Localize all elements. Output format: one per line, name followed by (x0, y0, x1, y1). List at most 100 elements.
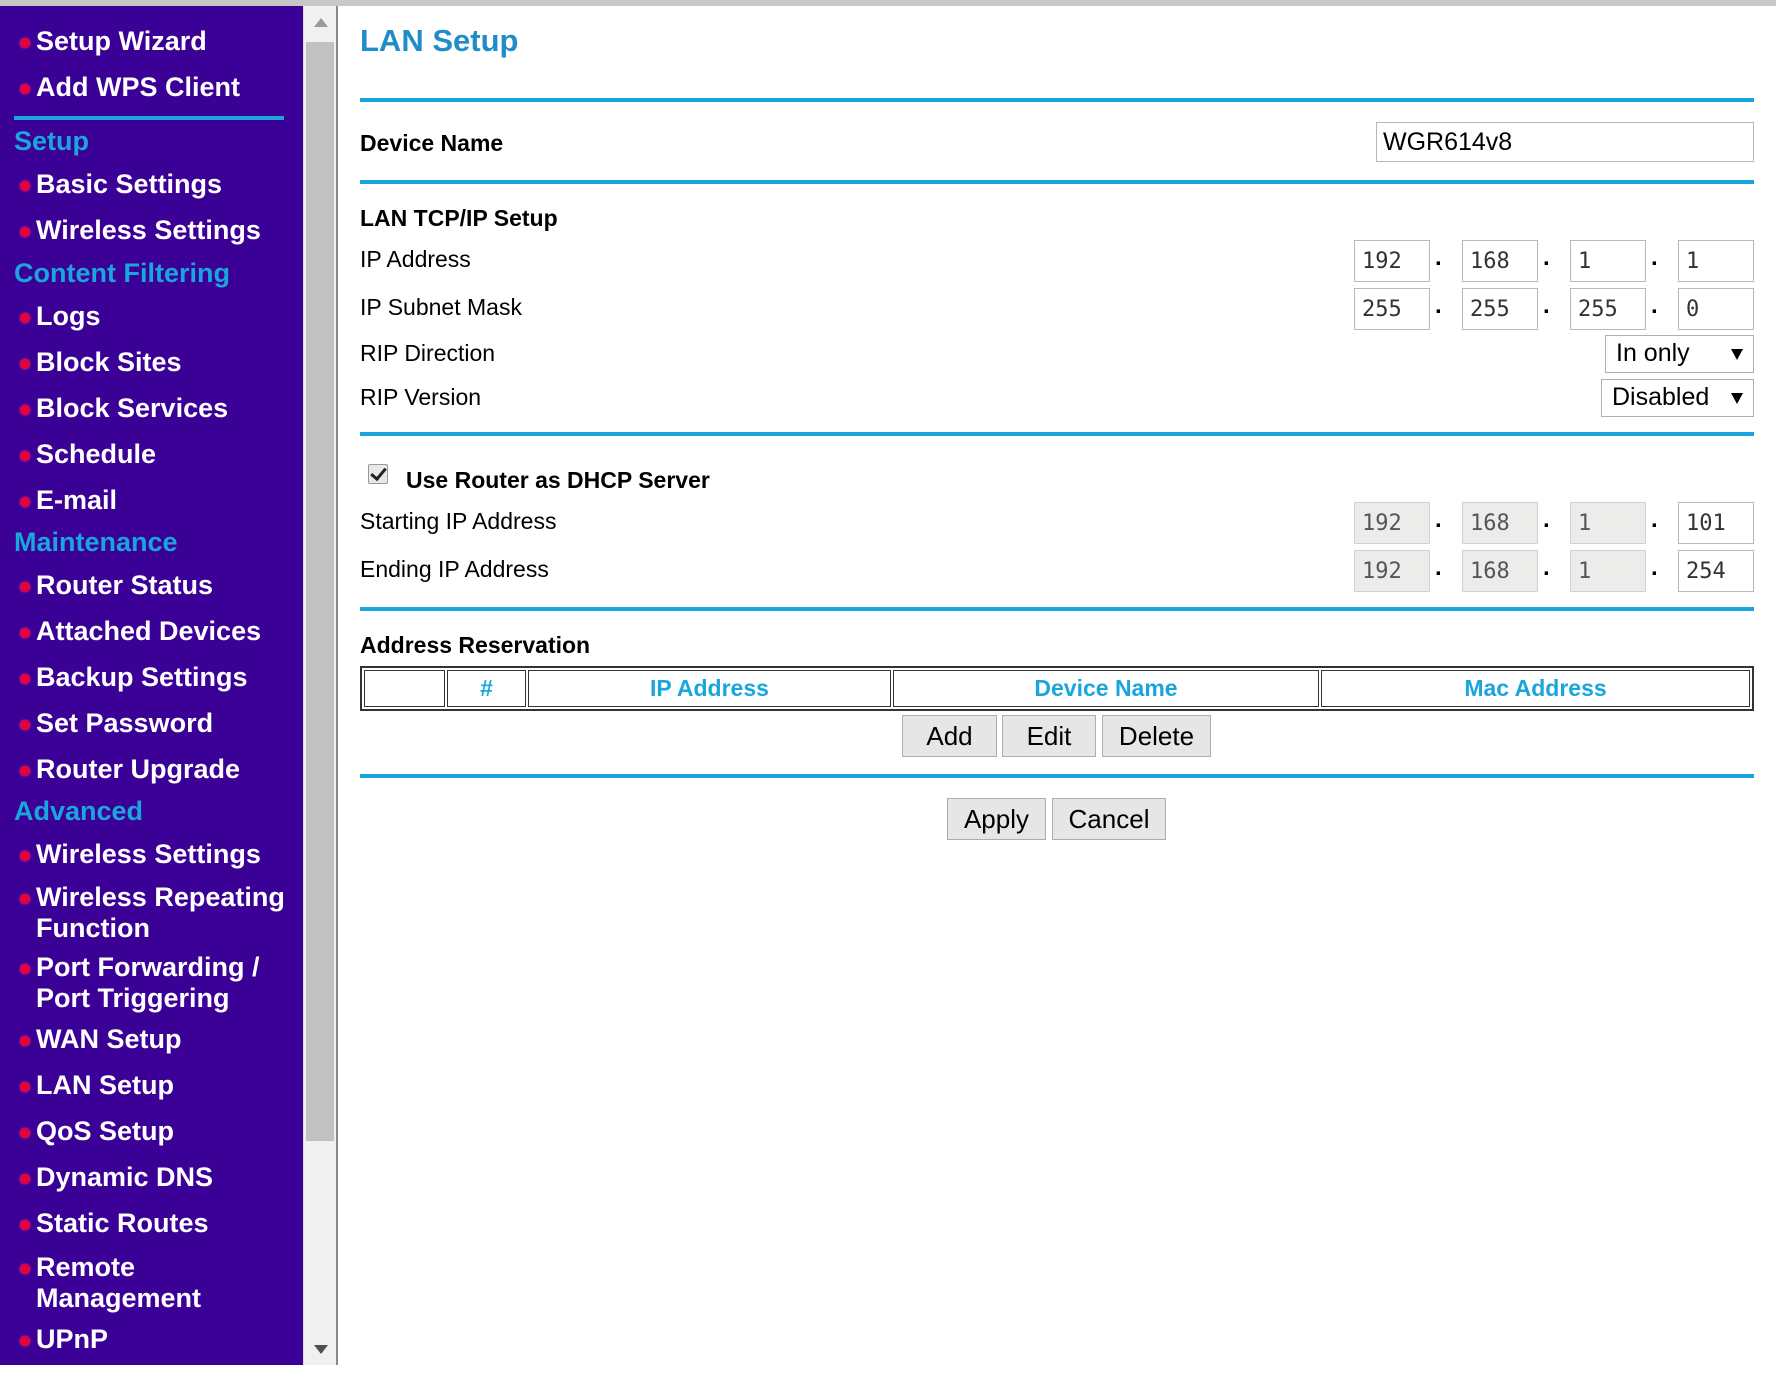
bullet-icon (20, 313, 30, 323)
ip-address-label: IP Address (360, 246, 471, 272)
bullet-icon (20, 1264, 30, 1274)
address-reservation-heading: Address Reservation (360, 632, 591, 658)
dot-separator: . (1651, 506, 1658, 533)
nav-divider (14, 116, 284, 120)
column-header-device-name: Device Name (893, 670, 1319, 707)
bullet-icon (20, 1174, 30, 1184)
dhcp-server-checkbox[interactable] (368, 463, 388, 484)
bullet-icon (20, 894, 30, 904)
rip-direction-label: RIP Direction (360, 340, 496, 366)
column-header-index: # (447, 670, 526, 707)
bullet-icon (20, 851, 30, 861)
bullet-icon (20, 582, 30, 592)
dot-separator: . (1651, 244, 1658, 271)
column-header-mac-address: Mac Address (1321, 670, 1750, 707)
end-octet-1 (1354, 550, 1430, 592)
add-button[interactable]: Add (902, 715, 997, 757)
rip-direction-value: In only (1616, 339, 1690, 367)
sidebar-nav: Setup Wizard Add WPS Client Setup Basic … (0, 6, 303, 1365)
section-divider (360, 774, 1754, 778)
bullet-icon (20, 628, 30, 638)
bullet-icon (20, 720, 30, 730)
nav-section-advanced: Advanced (14, 796, 144, 826)
dot-separator: . (1543, 506, 1550, 533)
scroll-down-button[interactable] (304, 1333, 337, 1365)
subnet-mask-label: IP Subnet Mask (360, 294, 522, 320)
bullet-icon (20, 181, 30, 191)
bullet-icon (20, 1128, 30, 1138)
device-name-label: Device Name (360, 130, 504, 156)
ip-octet-4[interactable] (1678, 240, 1754, 282)
section-divider (360, 432, 1754, 436)
start-octet-1 (1354, 502, 1430, 544)
bullet-icon (20, 1336, 30, 1346)
page-title: LAN Setup (360, 23, 519, 58)
ip-octet-2[interactable] (1462, 240, 1538, 282)
bullet-icon (20, 766, 30, 776)
mask-octet-2[interactable] (1462, 288, 1538, 330)
rip-direction-select[interactable]: In only (1605, 335, 1754, 373)
dot-separator: . (1543, 292, 1550, 319)
ip-octet-3[interactable] (1570, 240, 1646, 282)
bullet-icon (20, 497, 30, 507)
section-divider (360, 180, 1754, 184)
nav-section-setup: Setup (14, 126, 90, 156)
dot-separator: . (1543, 554, 1550, 581)
reservation-table: # IP Address Device Name Mac Address (360, 666, 1754, 711)
checkmark-icon (370, 463, 387, 482)
column-header-ip-address: IP Address (528, 670, 891, 707)
bullet-icon (20, 84, 30, 94)
starting-ip-label: Starting IP Address (360, 508, 557, 534)
bullet-icon (20, 405, 30, 415)
ip-octet-1[interactable] (1354, 240, 1430, 282)
bullet-icon (20, 964, 30, 974)
device-name-input[interactable] (1376, 122, 1754, 162)
bullet-icon (20, 38, 30, 48)
end-octet-4[interactable] (1678, 550, 1754, 592)
bullet-icon (20, 1082, 30, 1092)
bullet-icon (20, 451, 30, 461)
dot-separator: . (1651, 292, 1658, 319)
ending-ip-label: Ending IP Address (360, 556, 549, 582)
bullet-icon (20, 1220, 30, 1230)
end-octet-3 (1570, 550, 1646, 592)
dhcp-server-label: Use Router as DHCP Server (406, 467, 710, 493)
dot-separator: . (1435, 292, 1442, 319)
bullet-icon (20, 674, 30, 684)
main-content: LAN Setup Device Name LAN TCP/IP Setup I… (340, 6, 1760, 1365)
dot-separator: . (1435, 244, 1442, 271)
dot-separator: . (1651, 554, 1658, 581)
dot-separator: . (1543, 244, 1550, 271)
bullet-icon (20, 1036, 30, 1046)
dot-separator: . (1435, 554, 1442, 581)
delete-button[interactable]: Delete (1102, 715, 1211, 757)
scroll-thumb[interactable] (306, 42, 334, 1141)
section-divider (360, 98, 1754, 102)
nav-section-content-filtering: Content Filtering (14, 258, 230, 288)
dropdown-arrow-icon (1731, 393, 1743, 404)
nav-section-maintenance: Maintenance (14, 527, 178, 557)
start-octet-4[interactable] (1678, 502, 1754, 544)
mask-octet-1[interactable] (1354, 288, 1430, 330)
cancel-button[interactable]: Cancel (1052, 798, 1166, 840)
table-header-row: # IP Address Device Name Mac Address (364, 670, 1750, 707)
apply-button[interactable]: Apply (947, 798, 1046, 840)
dropdown-arrow-icon (1731, 349, 1743, 360)
section-divider (360, 607, 1754, 611)
arrow-up-icon (314, 18, 328, 27)
rip-version-select[interactable]: Disabled (1601, 379, 1754, 417)
rip-version-value: Disabled (1612, 383, 1710, 411)
rip-version-label: RIP Version (360, 384, 482, 410)
edit-button[interactable]: Edit (1002, 715, 1096, 757)
mask-octet-3[interactable] (1570, 288, 1646, 330)
bullet-icon (20, 227, 30, 237)
dot-separator: . (1435, 506, 1442, 533)
arrow-down-icon (314, 1345, 328, 1354)
column-header-select (364, 670, 445, 707)
mask-octet-4[interactable] (1678, 288, 1754, 330)
lan-tcpip-heading: LAN TCP/IP Setup (360, 205, 558, 231)
sidebar-scrollbar[interactable] (303, 6, 338, 1365)
start-octet-2 (1462, 502, 1538, 544)
scroll-up-button[interactable] (304, 6, 337, 38)
bullet-icon (20, 359, 30, 369)
